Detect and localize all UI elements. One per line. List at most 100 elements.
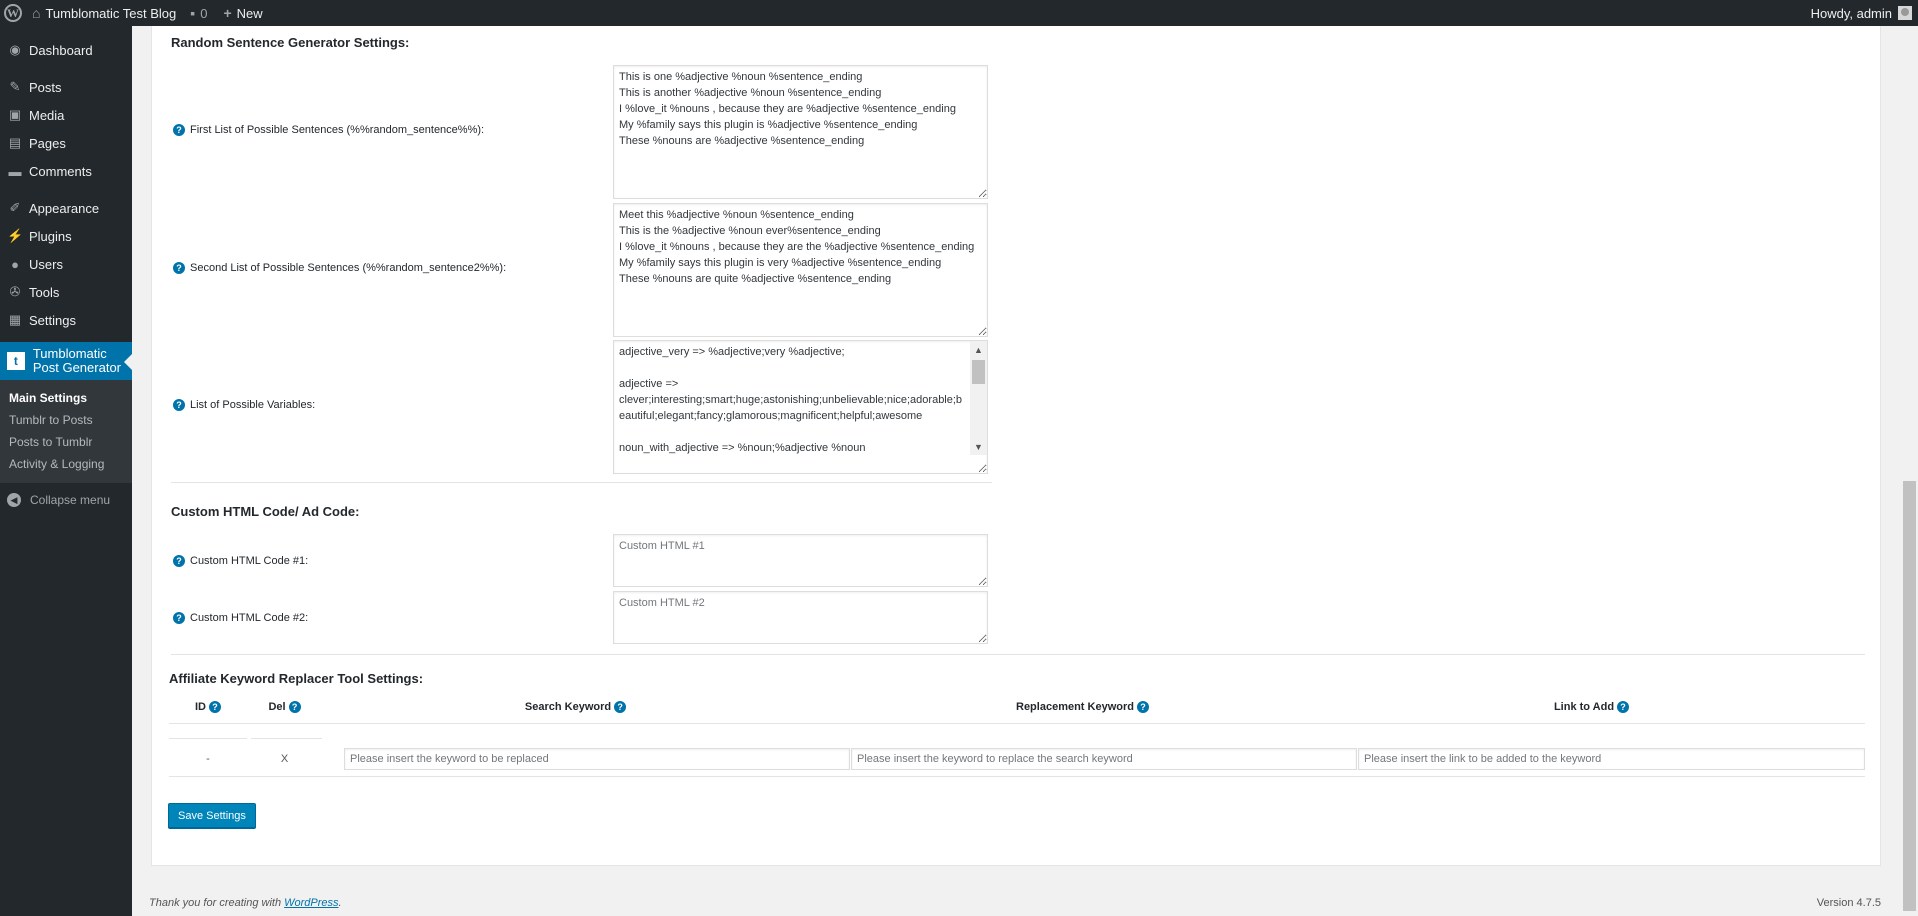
- divider: [169, 776, 1865, 777]
- tumblr-icon: t: [7, 352, 25, 370]
- help-icon[interactable]: ?: [173, 399, 185, 411]
- wordpress-logo-icon[interactable]: W: [0, 0, 26, 26]
- sidebar-item-label: Pages: [29, 135, 66, 151]
- new-content-link[interactable]: + New: [213, 0, 268, 26]
- help-icon[interactable]: ?: [1136, 701, 1149, 713]
- brush-icon: ✐: [9, 200, 21, 215]
- replacement-keyword-input[interactable]: [851, 748, 1357, 770]
- sidebar-item-dashboard[interactable]: ◉ Dashboard: [0, 36, 132, 64]
- custom-html-title: Custom HTML Code/ Ad Code:: [171, 504, 360, 519]
- custom-html-2-label-text: Custom HTML Code #2:: [190, 612, 309, 624]
- row-delete-button[interactable]: X: [247, 748, 322, 770]
- submenu-main-settings[interactable]: Main Settings: [0, 387, 132, 409]
- my-account-link[interactable]: Howdy, admin: [1805, 0, 1918, 26]
- first-sentences-label-text: First List of Possible Sentences (%%rand…: [190, 124, 485, 136]
- dashboard-icon: ◉: [9, 42, 21, 57]
- variables-textarea[interactable]: [613, 340, 988, 474]
- submenu-posts-to-tumblr[interactable]: Posts to Tumblr: [0, 431, 132, 453]
- help-icon[interactable]: ?: [614, 701, 627, 713]
- search-keyword-input[interactable]: [344, 748, 850, 770]
- scrollbar-thumb[interactable]: [1903, 481, 1916, 911]
- site-name-link[interactable]: ⌂ Tumblomatic Test Blog: [26, 0, 182, 26]
- sidebar-item-media[interactable]: ▣ Media: [0, 101, 132, 129]
- divider: [171, 654, 1865, 655]
- variables-scrollbar[interactable]: ▲ ▼: [970, 341, 987, 455]
- column-header-search: Search Keyword?: [322, 699, 829, 715]
- scroll-down-icon[interactable]: ▼: [970, 438, 987, 455]
- sidebar-item-posts[interactable]: ✎ Posts: [0, 73, 132, 101]
- sidebar-item-plugins[interactable]: ⚡ Plugins: [0, 222, 132, 250]
- sidebar-item-pages[interactable]: ▤ Pages: [0, 129, 132, 157]
- footer-version: Version 4.7.5: [1816, 897, 1881, 909]
- sidebar-item-label: Posts: [29, 79, 62, 95]
- scrollbar-thumb[interactable]: [972, 360, 985, 384]
- column-header-del: Del?: [247, 699, 322, 715]
- main-content: Random Sentence Generator Settings: ? Fi…: [132, 26, 1918, 916]
- first-sentences-textarea[interactable]: [613, 65, 988, 199]
- footer-period: .: [338, 897, 342, 909]
- custom-html-2-label: ? Custom HTML Code #2:: [173, 612, 308, 624]
- column-header-id: ID?: [169, 699, 247, 715]
- collapse-menu-button[interactable]: ◀ Collapse menu: [0, 483, 132, 517]
- site-name-label: Tumblomatic Test Blog: [45, 5, 177, 21]
- admin-sidebar: ◉ Dashboard ✎ Posts ▣ Media ▤ Pages ▬ Comment…: [0, 26, 132, 916]
- sidebar-item-label: Comments: [29, 163, 92, 179]
- comments-link[interactable]: ▪ 0: [182, 0, 213, 26]
- scroll-up-icon[interactable]: ▲: [970, 341, 987, 358]
- collapse-arrow-icon: ◀: [7, 493, 21, 507]
- wordpress-link[interactable]: WordPress: [284, 897, 338, 909]
- comment-icon: ▪: [190, 5, 196, 21]
- sidebar-submenu: Main Settings Tumblr to Posts Posts to T…: [0, 380, 132, 483]
- divider: [251, 738, 322, 739]
- sidebar-item-comments[interactable]: ▬ Comments: [0, 157, 132, 185]
- new-label: New: [236, 5, 263, 21]
- settings-panel: Random Sentence Generator Settings: ? Fi…: [151, 26, 1881, 866]
- footer-thanks-text: Thank you for creating with: [149, 897, 285, 909]
- help-icon[interactable]: ?: [288, 701, 301, 713]
- admin-bar: W ⌂ Tumblomatic Test Blog ▪ 0 + New Howd…: [0, 0, 1918, 26]
- plus-icon: +: [223, 5, 232, 21]
- divider: [169, 723, 1865, 724]
- sidebar-item-settings[interactable]: ▦ Settings: [0, 306, 132, 334]
- media-icon: ▣: [8, 107, 22, 122]
- affiliate-title: Affiliate Keyword Replacer Tool Settings…: [169, 671, 424, 686]
- custom-html-2-textarea[interactable]: [613, 591, 988, 644]
- custom-html-1-textarea[interactable]: [613, 534, 988, 587]
- sidebar-item-label: Tumblomatic Post Generator: [32, 346, 121, 375]
- plug-icon: ⚡: [7, 228, 24, 243]
- divider: [169, 738, 247, 739]
- sidebar-item-appearance[interactable]: ✐ Appearance: [0, 194, 132, 222]
- submenu-activity-logging[interactable]: Activity & Logging: [0, 453, 132, 475]
- second-sentences-textarea[interactable]: [613, 203, 988, 337]
- home-icon: ⌂: [32, 5, 41, 21]
- sidebar-item-label: Settings: [29, 312, 76, 328]
- save-settings-button[interactable]: Save Settings: [168, 803, 256, 828]
- footer-thanks: Thank you for creating with WordPress.: [149, 897, 342, 909]
- sidebar-item-tumblomatic[interactable]: t Tumblomatic Post Generator: [0, 342, 132, 380]
- column-header-label: Link to Add: [1553, 701, 1615, 713]
- divider: [171, 482, 992, 483]
- sidebar-item-label: Users: [29, 256, 63, 272]
- help-icon[interactable]: ?: [209, 701, 221, 713]
- help-icon[interactable]: ?: [173, 262, 185, 274]
- link-to-add-input[interactable]: [1358, 748, 1865, 770]
- help-icon[interactable]: ?: [173, 124, 185, 136]
- help-icon[interactable]: ?: [173, 612, 185, 624]
- help-icon[interactable]: ?: [1617, 701, 1630, 713]
- page-scrollbar[interactable]: [1901, 26, 1918, 916]
- first-sentences-label: ? First List of Possible Sentences (%%ra…: [173, 124, 484, 136]
- column-header-label: Search Keyword: [524, 701, 612, 713]
- random-sentence-title: Random Sentence Generator Settings:: [171, 35, 410, 50]
- submenu-tumblr-to-posts[interactable]: Tumblr to Posts: [0, 409, 132, 431]
- column-header-label: Replacement Keyword: [1016, 701, 1134, 713]
- sidebar-item-label: Appearance: [29, 200, 100, 216]
- sidebar-item-users[interactable]: ● Users: [0, 250, 132, 278]
- wrench-icon: ✇: [9, 284, 21, 299]
- custom-html-1-label-text: Custom HTML Code #1:: [190, 555, 309, 567]
- avatar: [1898, 6, 1912, 20]
- help-icon[interactable]: ?: [173, 555, 185, 567]
- sidebar-item-label: Dashboard: [29, 42, 93, 58]
- sidebar-item-label: Tools: [29, 284, 60, 300]
- row-id: -: [206, 753, 210, 765]
- sidebar-item-tools[interactable]: ✇ Tools: [0, 278, 132, 306]
